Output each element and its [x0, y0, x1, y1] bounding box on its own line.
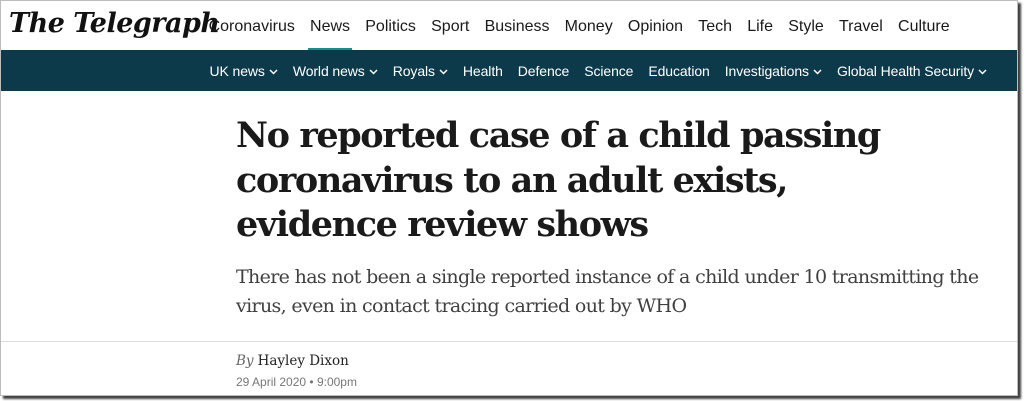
section-link-politics[interactable]: Politics: [358, 1, 424, 51]
subnav-item-label: Royals: [392, 62, 435, 79]
section-link-life[interactable]: Life: [740, 1, 781, 51]
subnav-item-label: Investigations: [724, 62, 809, 79]
subnav-item-label: Education: [648, 62, 710, 79]
subnav-item-label: Defence: [517, 62, 570, 79]
date-separator: •: [309, 375, 314, 389]
chevron-down-icon: [269, 67, 278, 77]
author-name[interactable]: Hayley Dixon: [258, 353, 349, 369]
subnav-item-defence[interactable]: Defence: [510, 63, 576, 79]
top-navigation: The Telegraph Coronavirus News Politics Spo…: [1, 1, 1017, 51]
date-text: 29 April 2020: [236, 375, 307, 389]
publish-date: 29 April 2020 • 9:00pm: [236, 375, 357, 389]
subnav-item-education[interactable]: Education: [641, 63, 717, 79]
subnav-item-label: Health: [462, 62, 503, 79]
byline-prefix: By: [236, 353, 254, 369]
subnav-item-label: UK news: [209, 62, 265, 79]
telegraph-logo[interactable]: The Telegraph: [9, 8, 220, 39]
section-link-culture[interactable]: Culture: [890, 1, 957, 51]
subnav-item-global-health-security[interactable]: Global Health Security: [829, 63, 994, 79]
subnav-item-health[interactable]: Health: [455, 63, 510, 79]
chevron-down-icon: [978, 67, 987, 77]
news-subnav: UK news World news Royals Health Defence Scie…: [1, 50, 1017, 91]
subnav-item-label: Science: [584, 62, 634, 79]
chevron-down-icon: [439, 67, 448, 77]
subnav-item-label: Global Health Security: [836, 62, 975, 79]
page-frame: The Telegraph Coronavirus News Politics Spo…: [0, 0, 1018, 396]
section-link-style[interactable]: Style: [781, 1, 832, 51]
section-link-money[interactable]: Money: [557, 1, 620, 51]
time-text: 9:00pm: [316, 375, 357, 389]
section-link-news[interactable]: News: [302, 1, 357, 51]
chevron-down-icon: [813, 67, 822, 77]
divider: [1, 341, 1017, 342]
subnav-item-royals[interactable]: Royals: [385, 63, 455, 79]
byline: By Hayley Dixon: [236, 353, 349, 369]
subnav-item-uk-news[interactable]: UK news: [202, 63, 285, 79]
section-link-tech[interactable]: Tech: [691, 1, 740, 51]
section-link-business[interactable]: Business: [477, 1, 557, 51]
subnav-item-investigations[interactable]: Investigations: [717, 63, 829, 79]
subnav-item-world-news[interactable]: World news: [285, 63, 385, 79]
article-headline: No reported case of a child passing coro…: [236, 115, 881, 245]
chevron-down-icon: [369, 67, 378, 77]
subnav-items: UK news World news Royals Health Defence Scie…: [202, 50, 995, 91]
subnav-item-science[interactable]: Science: [577, 63, 641, 79]
section-link-travel[interactable]: Travel: [831, 1, 890, 51]
subnav-item-label: World news: [292, 62, 365, 79]
section-link-coronavirus[interactable]: Coronavirus: [201, 1, 302, 51]
article-standfirst: There has not been a single reported ins…: [236, 266, 979, 317]
section-nav: Coronavirus News Politics Sport Business Mone…: [201, 1, 957, 51]
section-link-sport[interactable]: Sport: [424, 1, 477, 51]
section-link-opinion[interactable]: Opinion: [620, 1, 690, 51]
